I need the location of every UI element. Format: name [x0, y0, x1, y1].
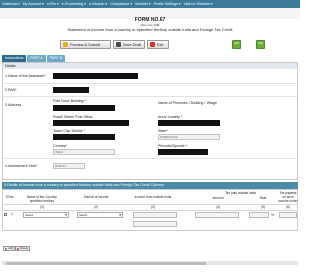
forward-arrow-button[interactable]: ⇨	[256, 40, 265, 49]
details-heading: Details	[3, 63, 297, 69]
assessment-year-label: 4.Assessment Year*	[5, 164, 38, 168]
add-label: Add	[8, 246, 13, 250]
top-navigation: Dashboard My Account ▾ e-File ▾ e-Procee…	[0, 0, 300, 8]
nav-dashboard[interactable]: Dashboard	[2, 2, 20, 6]
name-field[interactable]	[53, 73, 138, 79]
save-draft-label: Save Draft	[123, 42, 141, 47]
col-rate: Rate	[259, 196, 267, 200]
col-country: Name of the Country/ specified territory	[26, 195, 58, 203]
back-arrow-icon: ⇦	[233, 41, 240, 47]
col-num-3: (3)	[151, 205, 155, 209]
col-amount: Amount	[212, 196, 224, 200]
back-arrow-button[interactable]: ⇦	[232, 40, 241, 49]
nav-profile-settings[interactable]: Profile Settings ▾	[154, 2, 181, 6]
assessment-year-field[interactable]: 2020-21	[53, 163, 85, 169]
flat-field[interactable]	[53, 105, 115, 111]
pincode-field[interactable]	[158, 149, 208, 155]
row-checkbox[interactable]	[4, 213, 7, 216]
delete-icon	[17, 247, 19, 250]
pan-label: 2.PAN*	[5, 88, 17, 92]
area-label: Area/ Locality *	[158, 115, 183, 119]
save-icon	[116, 42, 121, 47]
name-label: 1.Name of the Assessee*	[5, 74, 46, 78]
divider	[3, 96, 297, 97]
col-num-6: (6)	[286, 205, 290, 209]
scrollbar-thumb[interactable]	[6, 261, 206, 265]
nav-visit-webinar[interactable]: Visit for Webinar ▾	[184, 2, 213, 6]
town-field[interactable]	[53, 134, 115, 140]
state-label: State*	[158, 129, 168, 133]
tab-instructions[interactable]: Instructions	[2, 55, 27, 62]
percent-sign: %	[271, 213, 275, 217]
pan-field[interactable]	[53, 87, 89, 93]
close-icon	[150, 42, 155, 47]
nav-e-file[interactable]: e-File ▾	[47, 2, 59, 6]
preview-icon	[63, 42, 68, 47]
area-field[interactable]	[158, 120, 220, 126]
forward-arrow-icon: ⇨	[257, 41, 264, 47]
tax-amount-input[interactable]	[195, 212, 239, 218]
premises-label: Name of Premises / Building / Village	[158, 101, 218, 105]
source-select[interactable]: Select	[77, 212, 123, 218]
flat-label: Flat/ Door/ Building *	[53, 99, 86, 103]
col-source: Source of income	[83, 195, 109, 199]
add-icon	[5, 247, 7, 250]
col-num-2: (2)	[94, 205, 98, 209]
foreign-income-table: Sl No. Name of the Country/ specified te…	[2, 189, 298, 231]
country-select[interactable]: INDIA	[53, 149, 115, 155]
delete-label: Delete	[20, 246, 29, 250]
country-select[interactable]: Select	[23, 212, 69, 218]
section5-heading: 5.Details of income from a country or sp…	[2, 182, 298, 189]
income-input[interactable]	[133, 212, 177, 218]
details-panel: Details 1.Name of the Assessee* 2.PAN* 3…	[2, 62, 298, 180]
nav-e-proceeding[interactable]: e-Proceeding ▾	[62, 2, 86, 6]
save-draft-button[interactable]: Save Draft	[113, 40, 145, 49]
road-label: Road/ Street/ Post Office	[53, 115, 93, 119]
col-tax-payable: Tax payable on such income under normal …	[278, 191, 298, 203]
tab-part-a[interactable]: PART A	[27, 55, 46, 62]
state-select[interactable]: KARNATAKA	[158, 134, 220, 140]
tab-part-b[interactable]: PART B	[46, 55, 66, 62]
income-sub-input[interactable]	[133, 221, 177, 227]
nav-e-nivaran[interactable]: e-Nivaran ▾	[89, 2, 107, 6]
divider	[3, 158, 297, 159]
tab-bar: Instructions PART A PART B	[2, 55, 66, 62]
divider	[3, 210, 297, 211]
address-label: 3.Address	[5, 103, 22, 107]
exit-label: Exit	[157, 42, 164, 47]
nav-my-account[interactable]: My Account ▾	[23, 2, 44, 6]
divider	[3, 83, 297, 84]
col-sl-no: Sl No.	[5, 195, 15, 199]
town-label: Town/ City/ District *	[53, 129, 85, 133]
row-sl-no: 1	[11, 212, 13, 216]
pincode-label: Pincode/Zipcode *	[158, 144, 188, 148]
preview-submit-label: Preview & Submit	[70, 42, 100, 47]
road-field[interactable]	[53, 120, 129, 126]
country-label: Country*	[53, 144, 67, 148]
nav-worklist[interactable]: Worklist ▾	[135, 2, 151, 6]
col-tax-paid: Tax paid outside India	[225, 191, 256, 195]
tax-payable-input[interactable]	[279, 212, 297, 218]
col-income: Income from outside India	[134, 195, 172, 199]
col-num-1: (1)	[40, 205, 44, 209]
add-row-button[interactable]: Add	[3, 246, 15, 251]
preview-submit-button[interactable]: Preview & Submit	[60, 40, 111, 49]
delete-row-button[interactable]: Delete	[15, 246, 31, 251]
nav-compliance[interactable]: Compliance ▾	[110, 2, 132, 6]
col-num-5: (5)	[261, 205, 265, 209]
exit-button[interactable]: Exit	[147, 40, 169, 49]
horizontal-scrollbar[interactable]	[2, 261, 298, 265]
tax-rate-input[interactable]	[249, 212, 269, 218]
form-statement: Statement of income from a country or sp…	[67, 27, 233, 32]
col-num-4: (4)	[216, 205, 220, 209]
